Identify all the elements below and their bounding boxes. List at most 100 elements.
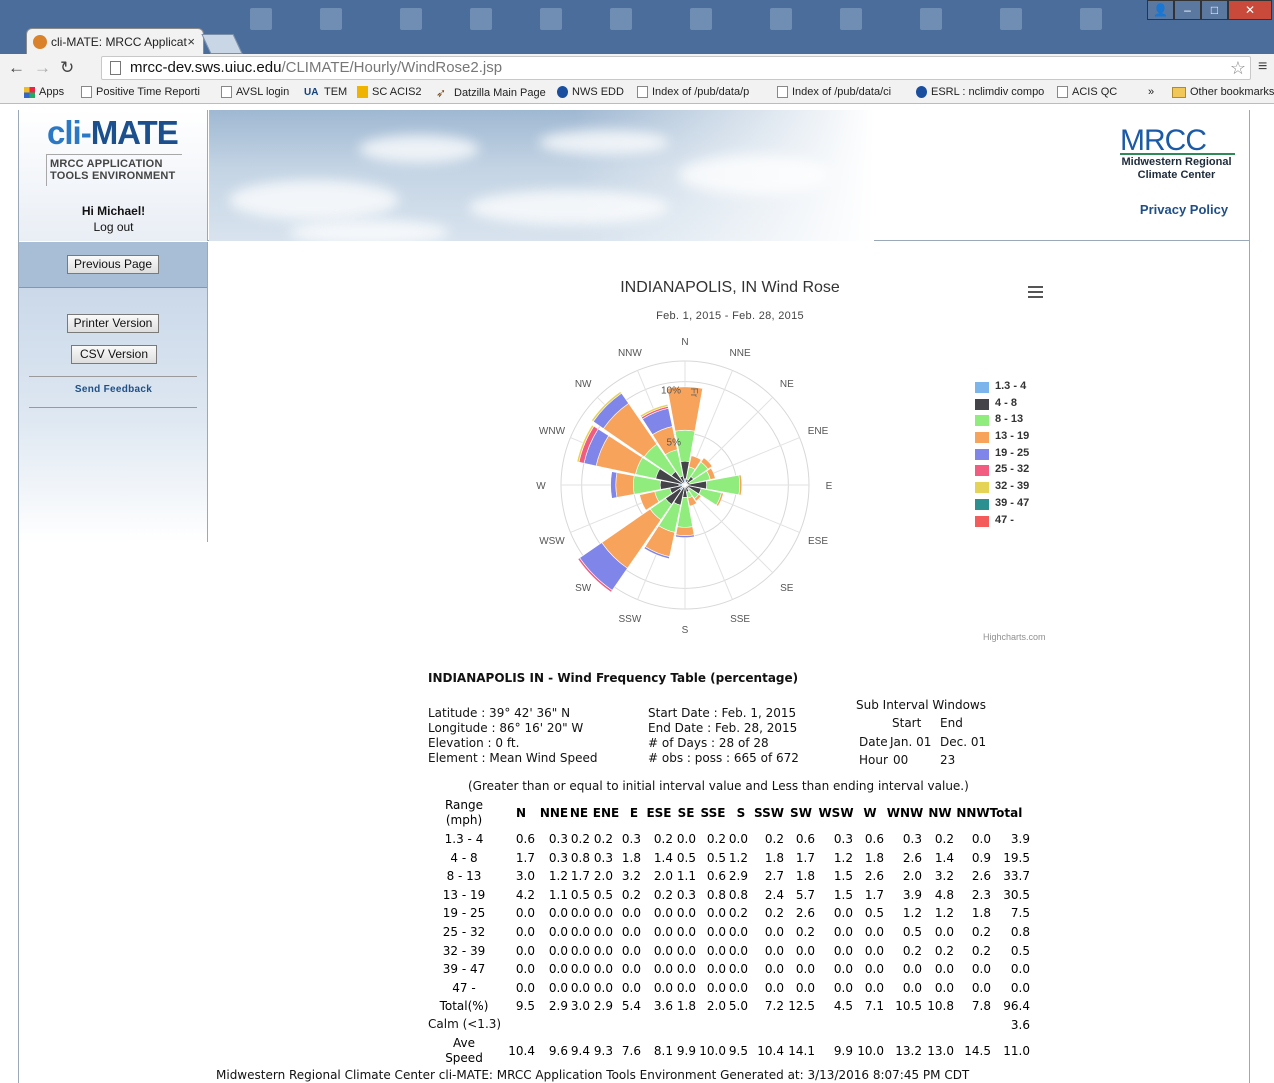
logout-link[interactable]: Log out (19, 220, 208, 234)
legend-item[interactable]: 13 - 19 (975, 430, 1029, 447)
legend-label: 32 - 39 (995, 480, 1030, 493)
legend-swatch (975, 498, 989, 510)
radial-tick-label: 10% (661, 386, 681, 397)
table-cell: 1.8 (795, 869, 815, 884)
table-cell: 0.0 (728, 962, 748, 977)
hamburger-menu-icon[interactable] (1028, 286, 1043, 301)
bookmark-acis-qc[interactable]: ACIS QC (1057, 86, 1117, 98)
row-label: 25 - 32 (442, 925, 486, 939)
csv-version-button[interactable]: CSV Version (71, 345, 157, 364)
table-cell: 0.2 (764, 832, 784, 846)
table-cell: 0.0 (728, 832, 748, 846)
bookmark-datzilla[interactable]: ➶ Datzilla Main Page (436, 86, 546, 100)
bookmark-positive-time[interactable]: Positive Time Reporti (81, 86, 200, 98)
table-cell: 0.0 (833, 962, 853, 977)
table-cell: 19.5 (1003, 850, 1030, 865)
bookmark-tem[interactable]: UA TEM (304, 86, 347, 98)
table-cell: 0.2 (902, 943, 922, 958)
table-cell: 0.0 (621, 925, 641, 939)
legend-item[interactable]: 8 - 13 (975, 413, 1029, 430)
minimize-icon[interactable]: – (1174, 0, 1201, 20)
table-cell: 0.0 (676, 906, 696, 921)
ua-icon: UA (304, 86, 319, 98)
row-label: Total(%) (439, 999, 489, 1014)
table-cell: 2.9 (728, 869, 748, 884)
table-cell: 0.0 (833, 943, 853, 958)
person-icon[interactable]: 👤 (1147, 0, 1174, 20)
table-cell: 5.7 (795, 887, 815, 902)
bookmark-avsl-login[interactable]: AVSL login (221, 86, 289, 98)
legend-item[interactable]: 19 - 25 (975, 447, 1029, 464)
table-cell: 2.7 (764, 869, 784, 884)
bookmark-other[interactable]: Other bookmarks (1172, 86, 1274, 98)
sc-icon (357, 86, 368, 98)
new-tab-button[interactable] (201, 34, 243, 54)
table-cell: 2.0 (902, 869, 922, 884)
previous-page-bar: Previous Page (19, 242, 207, 288)
table-cell: 0.0 (621, 980, 641, 995)
bookmark-index-pub-ci[interactable]: Index of /pub/data/ci (777, 86, 891, 98)
bookmark-esrl[interactable]: ESRL : nclimdiv compo (916, 86, 1044, 98)
maximize-icon[interactable]: □ (1201, 0, 1228, 20)
direction-label: NNW (618, 348, 642, 359)
send-feedback-link[interactable]: Send Feedback (19, 384, 208, 395)
printer-version-button[interactable]: Printer Version (67, 314, 159, 333)
table-cell: 0.0 (728, 980, 748, 995)
table-cell: 2.6 (864, 869, 884, 884)
folder-icon (1172, 86, 1186, 98)
column-header-sw: SW (790, 806, 812, 820)
table-cell: 0.0 (833, 906, 853, 921)
bookmark-star-icon[interactable]: ☆ (1230, 58, 1246, 79)
background-icon (250, 8, 272, 30)
row-label: 47 - (452, 980, 476, 995)
table-cell: 0.0 (795, 962, 815, 977)
bookmarks-overflow-chevron-icon[interactable]: » (1148, 86, 1154, 98)
legend-label: 19 - 25 (995, 446, 1030, 459)
date-end: Dec. 01 (940, 735, 987, 749)
table-cell: 0.3 (621, 832, 641, 846)
table-cell: 4.2 (515, 887, 535, 902)
ave-speed-cell: 14.5 (964, 1044, 991, 1058)
page-icon (637, 86, 648, 98)
highcharts-credits-link[interactable]: Highcharts.com (983, 632, 1046, 642)
bookmark-nws-edd[interactable]: NWS EDD (557, 86, 624, 98)
bookmark-index-pub-p[interactable]: Index of /pub/data/p (637, 86, 749, 98)
legend-item[interactable]: 47 - (975, 514, 1029, 531)
tab-close-icon[interactable]: × (187, 34, 195, 49)
row-label: 8 - 13 (446, 869, 482, 884)
legend-item[interactable]: 4 - 8 (975, 397, 1029, 414)
table-cell: 0.2 (971, 943, 991, 958)
column-header-ne: NE (569, 806, 589, 820)
table-cell: 0.0 (864, 943, 884, 958)
forward-arrow-icon[interactable]: → (34, 58, 51, 78)
address-bar[interactable]: mrcc-dev.sws.uiuc.edu/CLIMATE/Hourly/Win… (101, 56, 1251, 80)
browser-menu-icon[interactable]: ≡ (1258, 58, 1267, 76)
table-cell: 1.5 (833, 887, 853, 902)
legend-item[interactable]: 1.3 - 4 (975, 380, 1029, 397)
table-cell: 0.0 (515, 962, 535, 977)
legend-item[interactable]: 39 - 47 (975, 497, 1029, 514)
background-icon (690, 8, 712, 30)
privacy-policy-link[interactable]: Privacy Policy (1119, 202, 1249, 217)
back-arrow-icon[interactable]: ← (8, 58, 25, 78)
close-window-icon[interactable]: ✕ (1228, 0, 1272, 20)
table-cell: 0.6 (515, 832, 535, 846)
legend-item[interactable]: 25 - 32 (975, 463, 1029, 480)
browser-tab[interactable]: cli-MATE: MRCC Applicat × (26, 28, 204, 54)
table-cell: 0.0 (795, 980, 815, 995)
table-cell: 1.8 (676, 999, 696, 1014)
direction-label: S (682, 625, 689, 636)
previous-page-button[interactable]: Previous Page (67, 255, 159, 274)
ave-speed-cell: 10.4 (508, 1044, 535, 1058)
table-cell: 0.0 (833, 980, 853, 995)
bookmark-apps[interactable]: Apps (24, 86, 64, 98)
mrcc-logo-underline (1120, 153, 1235, 155)
bookmark-sc-acis2[interactable]: SC ACIS2 (357, 86, 422, 98)
sidebar: Previous Page Printer Version CSV Versio… (19, 242, 208, 542)
reload-icon[interactable]: ↻ (60, 58, 74, 78)
direction-label: E (826, 481, 833, 492)
climate-logo[interactable]: cli-MATE (47, 114, 179, 152)
table-cell: 0.5 (676, 850, 696, 865)
legend-item[interactable]: 32 - 39 (975, 480, 1029, 497)
table-cell: 10.8 (927, 999, 954, 1014)
